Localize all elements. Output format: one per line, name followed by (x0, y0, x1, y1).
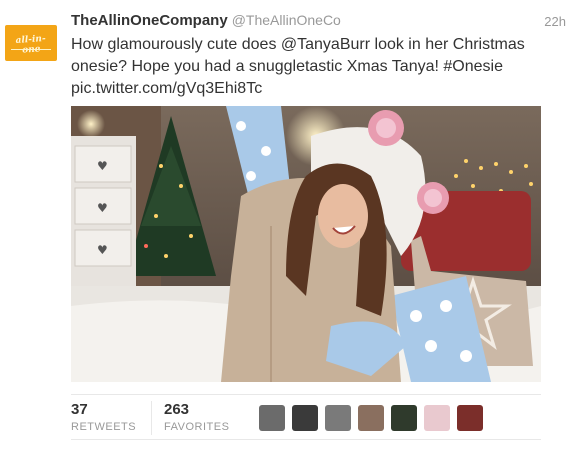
retweets-label: RETWEETS (71, 421, 137, 433)
favoriter-avatar-6[interactable] (424, 405, 450, 431)
hashtag-link[interactable]: #Onesie (443, 58, 503, 75)
retweets-stat[interactable]: 37 RETWEETS (71, 401, 136, 433)
author-name[interactable]: TheAllinOneCompany (71, 12, 228, 29)
avatar-logo-underline (11, 49, 51, 50)
favorites-stat[interactable]: 263 FAVORITES (164, 401, 229, 433)
favoriter-avatar-5[interactable] (391, 405, 417, 431)
favoriter-avatar-3[interactable] (325, 405, 351, 431)
favoriter-avatar-7[interactable] (457, 405, 483, 431)
tweet-timestamp[interactable]: 22h (544, 14, 566, 29)
avatar-logo-text: all-in-one (15, 33, 47, 56)
tweet: all-in-one TheAllinOneCompany @TheAllinOn… (0, 0, 579, 449)
retweets-count: 37 (71, 401, 88, 418)
favoriter-avatar-1[interactable] (259, 405, 285, 431)
author-screen-name[interactable]: @TheAllinOneCo (232, 12, 341, 28)
tweet-text-part-1: How glamourously cute does (71, 36, 281, 53)
favorites-count: 263 (164, 401, 190, 418)
favoriter-avatar-2[interactable] (292, 405, 318, 431)
svg-text:♥: ♥ (97, 201, 108, 215)
photo-illustration: ♥ ♥ ♥ (71, 106, 541, 382)
stats-divider (151, 401, 152, 435)
svg-text:♥: ♥ (97, 159, 108, 173)
tweet-text: How glamourously cute does @TanyaBurr lo… (71, 34, 541, 100)
media-link[interactable]: pic.twitter.com/gVq3Ehi8Tc (71, 80, 262, 97)
favorites-label: FAVORITES (164, 421, 230, 433)
mention-link[interactable]: @TanyaBurr (281, 36, 370, 53)
tweet-stats: 37 RETWEETS 263 FAVORITES (71, 394, 541, 440)
author-avatar[interactable]: all-in-one (5, 25, 57, 61)
tweet-header: TheAllinOneCompany @TheAllinOneCo 22h (71, 12, 571, 34)
svg-text:♥: ♥ (97, 243, 108, 257)
tweet-photo[interactable]: ♥ ♥ ♥ (71, 106, 541, 382)
favoriter-avatar-4[interactable] (358, 405, 384, 431)
